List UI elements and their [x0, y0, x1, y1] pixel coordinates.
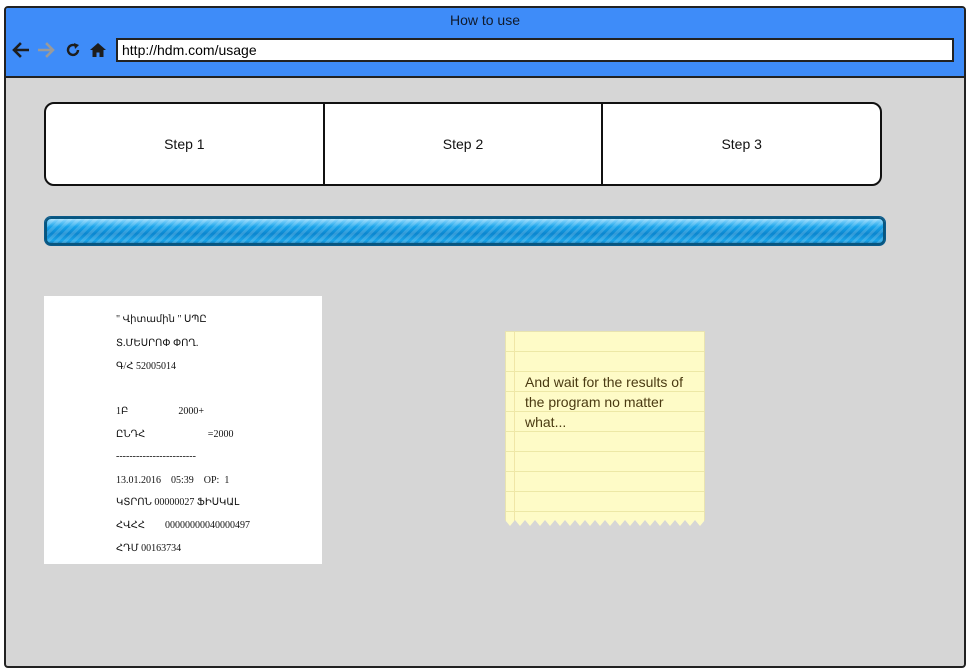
- receipt-line: 1Բ 2000+: [116, 406, 204, 417]
- home-button[interactable]: [88, 39, 108, 61]
- note-torn-edge: [505, 520, 705, 528]
- receipt-line: Գ/Հ 52005014: [116, 361, 176, 372]
- home-icon: [90, 43, 106, 57]
- browser-titlebar: How to use http://hdm.com/usage: [6, 8, 964, 78]
- step-2-tab[interactable]: Step 2: [325, 104, 604, 184]
- window-title: How to use: [449, 12, 521, 28]
- receipt-image: " Վիտամին " ՍՊԸ Տ.ՄԵՍՐՈՓ ՓՈՂ. Գ/Հ 520050…: [44, 296, 322, 564]
- receipt-line: 13.01.2016 05:39 OP: 1: [116, 475, 230, 486]
- reload-icon: [66, 43, 80, 57]
- note-text: And wait for the results of the program …: [525, 374, 683, 430]
- step-3-tab[interactable]: Step 3: [603, 104, 880, 184]
- progress-bar: [44, 216, 886, 246]
- note-margin-line: [514, 332, 515, 522]
- receipt-line: ՀՎՀՀ 00000000040000497: [116, 520, 251, 531]
- sticky-note: And wait for the results of the program …: [505, 331, 705, 528]
- address-bar[interactable]: http://hdm.com/usage: [116, 38, 954, 62]
- arrow-left-icon: [12, 42, 29, 58]
- steps-tab-bar: Step 1 Step 2 Step 3: [44, 102, 882, 186]
- arrow-right-icon: [38, 42, 55, 58]
- step-1-tab[interactable]: Step 1: [46, 104, 325, 184]
- receipt-line: Տ.ՄԵՍՐՈՓ ՓՈՂ.: [116, 338, 199, 349]
- back-button[interactable]: [10, 39, 30, 61]
- browser-window: How to use http://hdm.com/usage Step 1 S…: [4, 6, 966, 668]
- receipt-line: ------------------------: [116, 451, 196, 462]
- receipt-line: ԿՏՐՈՆ 00000027 ՖԻՍԿԱԼ: [116, 497, 240, 508]
- receipt-line: ԸՆԴՀ =2000: [116, 429, 234, 440]
- progress-fill: [45, 217, 885, 245]
- reload-button[interactable]: [63, 39, 83, 61]
- receipt-line: " Վիտամին " ՍՊԸ: [116, 314, 207, 325]
- forward-button[interactable]: [37, 39, 57, 61]
- receipt-line: ՀԴՄ 00163734: [116, 543, 182, 554]
